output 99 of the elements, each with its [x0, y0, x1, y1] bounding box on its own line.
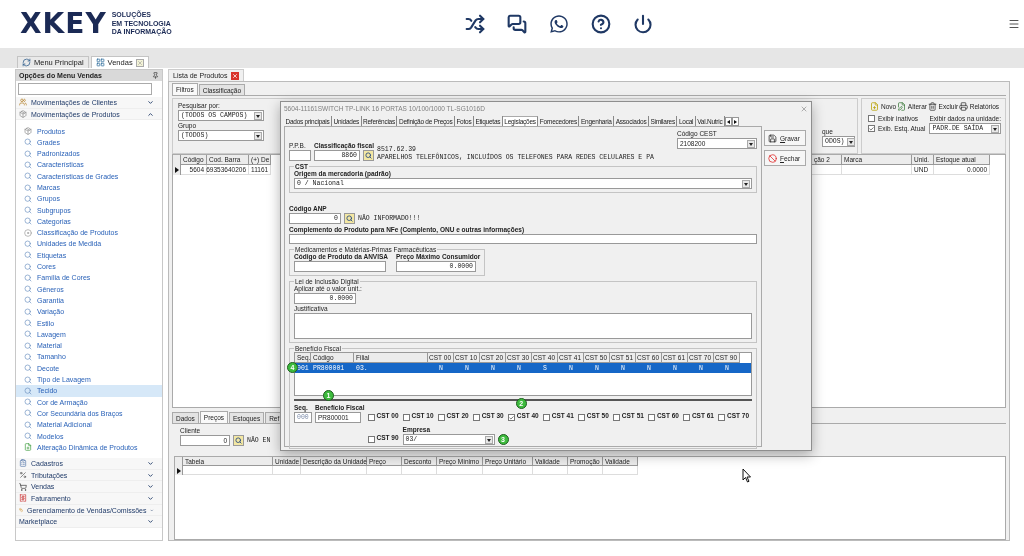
file-edit-icon — [896, 102, 906, 111]
file-plus-icon — [870, 102, 879, 111]
caret-icon — [254, 131, 262, 140]
menu-icon[interactable] — [1008, 18, 1020, 30]
refresh-icon — [22, 58, 31, 67]
checkbox[interactable] — [717, 414, 725, 421]
table-cell — [603, 466, 638, 475]
caret-icon — [991, 124, 999, 133]
power-icon[interactable] — [632, 14, 653, 34]
pin-icon[interactable] — [152, 72, 159, 79]
printer-icon — [958, 102, 968, 111]
checkbox[interactable] — [472, 414, 480, 421]
search-icon — [24, 330, 32, 339]
search-icon — [24, 183, 32, 192]
file-plus-icon — [24, 443, 32, 452]
caret-icon — [254, 111, 262, 120]
checkbox[interactable] — [367, 414, 375, 421]
search-field[interactable] — [18, 83, 152, 95]
caret-icon — [484, 435, 493, 444]
checkbox[interactable] — [647, 414, 655, 421]
table-cell — [273, 466, 301, 475]
checkbox[interactable] — [542, 414, 550, 421]
trash-icon — [927, 102, 937, 111]
chat-icon[interactable] — [506, 14, 527, 34]
checkbox[interactable] — [868, 115, 875, 122]
search-icon — [24, 375, 32, 384]
search-icon — [24, 341, 32, 350]
checkbox[interactable] — [868, 125, 875, 132]
search-icon — [24, 149, 32, 158]
search-icon — [24, 319, 32, 328]
ppb-field[interactable] — [289, 150, 311, 161]
search-icon — [24, 364, 32, 373]
search-icon — [24, 307, 32, 316]
people-icon — [19, 98, 27, 107]
mouse-cursor-icon — [742, 468, 752, 483]
search-icon — [24, 240, 32, 248]
justification-field[interactable] — [294, 313, 752, 339]
search-icon — [24, 273, 32, 282]
complement-field[interactable] — [289, 234, 757, 244]
search-icon — [24, 251, 32, 260]
scroll-left-button[interactable] — [724, 117, 732, 126]
table-cell — [301, 466, 367, 475]
caret-icon — [846, 137, 855, 146]
table-cell — [568, 466, 603, 475]
search-icon — [24, 398, 32, 407]
whatsapp-icon[interactable] — [548, 14, 569, 34]
search-icon — [24, 285, 32, 294]
search-icon — [365, 152, 372, 159]
package-icon — [19, 110, 27, 119]
lookup-button[interactable] — [344, 213, 355, 224]
checkbox[interactable] — [437, 414, 445, 421]
search-icon — [24, 160, 32, 169]
table-cell — [367, 466, 402, 475]
clipboard-icon — [19, 459, 27, 468]
percent-icon — [19, 471, 27, 479]
close-icon[interactable] — [135, 58, 144, 67]
search-icon — [24, 296, 32, 305]
search-icon — [235, 437, 242, 444]
search-icon — [24, 194, 32, 203]
lookup-button[interactable] — [233, 435, 244, 446]
checkbox[interactable] — [682, 414, 690, 421]
logo-text: XKEY — [20, 10, 107, 38]
search-icon — [24, 138, 32, 147]
help-icon[interactable] — [590, 14, 611, 34]
table-cell — [437, 466, 483, 475]
search-icon — [24, 386, 32, 395]
checkbox[interactable] — [507, 414, 515, 421]
checkbox[interactable] — [577, 414, 585, 421]
table-cell — [483, 466, 533, 475]
lookup-button[interactable] — [363, 150, 374, 161]
checkbox[interactable] — [612, 414, 620, 421]
search-icon — [24, 206, 32, 215]
disc-icon — [24, 228, 32, 237]
close-icon[interactable] — [231, 71, 240, 80]
caret-icon — [742, 179, 750, 188]
receipt-icon — [19, 494, 27, 503]
table-cell — [402, 466, 437, 475]
shuffle-icon[interactable] — [464, 14, 485, 34]
save-icon — [768, 133, 777, 143]
cart-icon — [19, 482, 27, 491]
coins-icon — [19, 506, 23, 515]
search-icon — [24, 420, 32, 429]
table-cell — [533, 466, 568, 475]
grid-icon — [95, 58, 105, 67]
scroll-right-button[interactable] — [731, 117, 739, 126]
search-icon — [24, 217, 32, 226]
checkbox[interactable] — [402, 414, 410, 421]
anvisa-field[interactable] — [294, 261, 386, 272]
search-icon — [24, 409, 32, 418]
table-cell — [842, 165, 912, 175]
search-icon — [24, 262, 32, 271]
search-icon — [24, 432, 32, 441]
search-icon — [24, 352, 32, 361]
search-icon — [24, 172, 32, 181]
search-icon — [346, 215, 353, 222]
checkbox[interactable] — [367, 436, 375, 443]
cancel-icon — [768, 153, 777, 163]
package-icon — [24, 127, 32, 135]
caret-icon — [747, 139, 755, 148]
